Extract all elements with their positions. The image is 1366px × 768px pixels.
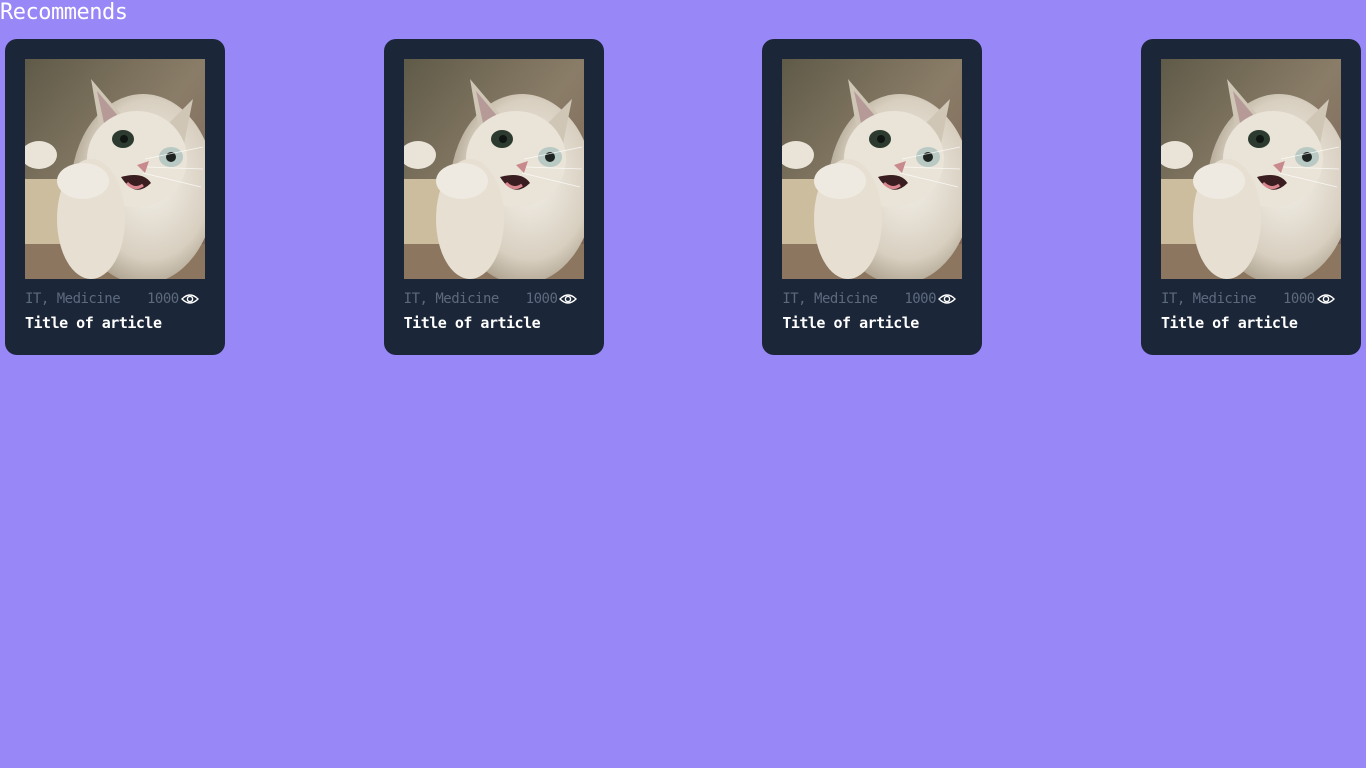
article-meta: IT, Medicine 1000 bbox=[782, 290, 962, 308]
article-tags: IT, Medicine bbox=[782, 291, 878, 307]
article-card[interactable]: IT, Medicine 1000 Title of article bbox=[5, 39, 225, 355]
cat-photo-image bbox=[25, 59, 205, 279]
article-card[interactable]: IT, Medicine 1000 Title of article bbox=[383, 39, 604, 355]
section-title: Recommends bbox=[0, 0, 128, 25]
eye-icon bbox=[180, 294, 199, 304]
eye-icon bbox=[559, 294, 578, 304]
article-meta: IT, Medicine 1000 bbox=[25, 290, 205, 308]
article-card[interactable]: IT, Medicine 1000 Title of article bbox=[1140, 39, 1361, 355]
article-meta: IT, Medicine 1000 bbox=[404, 290, 584, 308]
view-count: 1000 bbox=[1282, 291, 1315, 307]
cat-photo-image bbox=[403, 59, 584, 279]
article-title[interactable]: Title of article bbox=[25, 313, 205, 333]
eye-icon bbox=[1316, 294, 1335, 304]
article-title[interactable]: Title of article bbox=[782, 313, 962, 333]
recommendations-list: IT, Medicine 1000 Title of article IT, M… bbox=[5, 39, 1361, 355]
cat-photo-image bbox=[1160, 59, 1341, 279]
article-tags: IT, Medicine bbox=[25, 291, 121, 307]
article-tags: IT, Medicine bbox=[1160, 291, 1257, 307]
article-card[interactable]: IT, Medicine 1000 Title of article bbox=[762, 39, 983, 355]
article-title[interactable]: Title of article bbox=[1161, 313, 1341, 333]
cat-photo-image bbox=[782, 59, 963, 279]
article-tags: IT, Medicine bbox=[403, 291, 500, 307]
eye-icon bbox=[938, 294, 957, 304]
view-count: 1000 bbox=[904, 291, 937, 307]
view-count: 1000 bbox=[147, 291, 179, 307]
article-meta: IT, Medicine 1000 bbox=[1161, 290, 1341, 308]
view-count: 1000 bbox=[525, 291, 558, 307]
article-title[interactable]: Title of article bbox=[404, 313, 584, 333]
